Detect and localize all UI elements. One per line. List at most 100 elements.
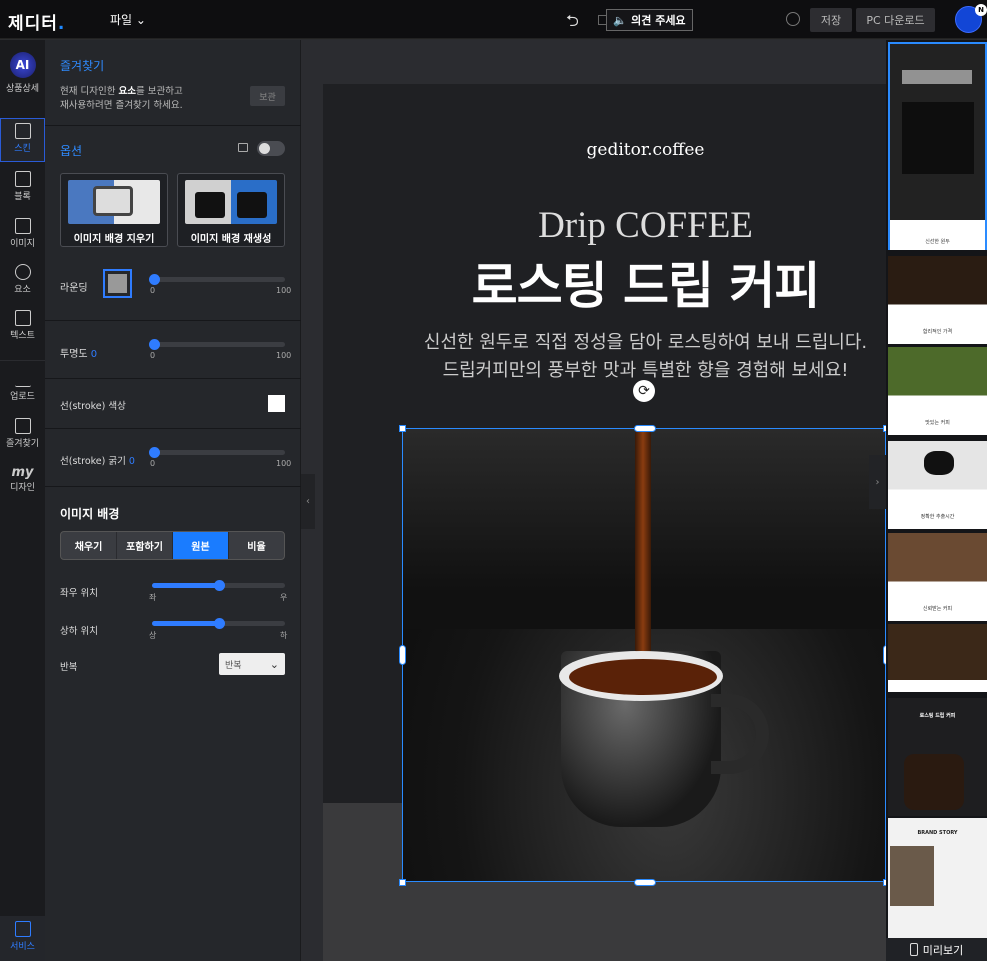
brand-text[interactable]: geditor.coffee xyxy=(323,140,968,160)
rail-label: 요소 xyxy=(14,285,31,295)
resize-handle-s[interactable] xyxy=(634,879,656,886)
thumbnail-section-5[interactable]: 신뢰받는 커피 xyxy=(888,533,987,621)
resize-handle-sw[interactable] xyxy=(399,879,406,886)
description-line2[interactable]: 드립커피만의 풍부한 맛과 특별한 향을 경험해 보세요! xyxy=(323,356,968,382)
pc-download-button[interactable]: PC 다운로드 xyxy=(856,8,935,32)
divider xyxy=(45,486,301,487)
thumb-caption: BRAND STORY xyxy=(917,830,958,836)
v-pos-label: 상하 위치 xyxy=(60,626,98,637)
cup-handle xyxy=(711,694,769,774)
bookmark-icon xyxy=(14,418,31,434)
v-pos-knob[interactable] xyxy=(213,618,225,629)
rail-label: 서비스 xyxy=(10,942,35,952)
h-pos-knob[interactable] xyxy=(213,580,225,591)
resize-handle-n[interactable] xyxy=(634,425,656,432)
lock-icon[interactable] xyxy=(238,143,248,152)
thumb-caption: 합리적인 가격 xyxy=(922,329,953,335)
description-line1[interactable]: 신선한 원두로 직접 정성을 담아 로스팅하여 보내 드립니다. xyxy=(323,328,968,354)
stroke-width-label: 선(stroke) 굵기 0 xyxy=(60,456,135,467)
fit-contain-option[interactable]: 포함하기 xyxy=(117,532,173,559)
thumb-caption: 맛있는 커피 xyxy=(925,420,950,426)
fit-ratio-option[interactable]: 비율 xyxy=(229,532,284,559)
fit-original-option[interactable]: 원본 xyxy=(173,532,229,559)
camera-thumbnail xyxy=(68,180,160,224)
service-icon xyxy=(14,921,31,937)
h-pos-min: 좌 xyxy=(149,593,157,602)
rail-item-text[interactable]: 텍스트 xyxy=(0,310,45,341)
rail-item-service[interactable]: 서비스 xyxy=(0,916,45,961)
repeat-select[interactable]: 반복 ⌄ xyxy=(219,653,285,675)
rail-item-upload[interactable]: 업로드 xyxy=(0,371,45,402)
rail-label: 즐겨찾기 xyxy=(5,439,40,449)
stroke-width-slider[interactable] xyxy=(149,447,285,458)
rounding-slider[interactable] xyxy=(149,274,285,285)
rail-item-element[interactable]: 요소 xyxy=(0,264,45,295)
remove-bg-button[interactable]: 이미지 배경 지우기 xyxy=(60,173,168,247)
rail-item-image[interactable]: 이미지 xyxy=(0,218,45,249)
v-pos-min: 상 xyxy=(149,631,157,640)
coffee-surface xyxy=(569,659,717,695)
text-icon xyxy=(14,310,31,326)
thumb-photo xyxy=(902,102,974,174)
feedback-button[interactable]: 🔈 의견 주세요 xyxy=(606,9,693,31)
thumb-caption: 신뢰받는 커피 xyxy=(922,606,953,612)
stroke-color-swatch[interactable] xyxy=(268,395,285,412)
rail-item-skin[interactable]: 스킨 xyxy=(0,118,45,162)
thumb-caption: 정확한 추출시간 xyxy=(920,514,955,520)
thumbnail-section-6[interactable] xyxy=(888,624,987,692)
slider-max: 100 xyxy=(276,286,292,295)
favorites-title: 즐겨찾기 xyxy=(60,59,105,73)
undo-icon[interactable]: ⮌ xyxy=(566,10,579,37)
rail-label: 업로드 xyxy=(10,392,35,402)
file-menu[interactable]: 파일 ⌄ xyxy=(110,11,146,28)
thumb-title-bar xyxy=(902,70,972,84)
thumbnail-section-3[interactable]: 맛있는 커피 xyxy=(888,347,987,435)
thumbnail-section-2[interactable]: 합리적인 가격 xyxy=(888,256,987,344)
rail-item-block[interactable]: 블록 xyxy=(0,171,45,202)
rail-label: 텍스트 xyxy=(10,331,35,341)
stroke-color-label: 선(stroke) 색상 xyxy=(60,401,126,412)
expand-thumbnails-icon[interactable]: › xyxy=(869,455,886,509)
rail-item-my-design[interactable]: my 디자인 xyxy=(0,465,45,493)
fit-segmented-control: 채우기 포함하기 원본 비율 xyxy=(60,531,285,560)
thumbnail-section-1[interactable]: 신선한 원두 xyxy=(888,42,987,250)
keep-button[interactable]: 보관 xyxy=(250,86,285,106)
lock-toggle[interactable] xyxy=(257,141,285,156)
opacity-slider[interactable] xyxy=(149,339,285,350)
rail-item-favorites[interactable]: 즐겨찾기 xyxy=(0,418,45,449)
resize-handle-nw[interactable] xyxy=(399,425,406,432)
notification-badge: N xyxy=(975,4,987,16)
regen-bg-button[interactable]: 이미지 배경 재생성 xyxy=(177,173,285,247)
rail-item-product-detail[interactable]: AI 상품상세 xyxy=(0,52,45,94)
logo[interactable]: 제디터. xyxy=(8,9,65,34)
fit-fill-option[interactable]: 채우기 xyxy=(61,532,117,559)
headline[interactable]: 로스팅 드립 커피 xyxy=(323,246,968,318)
rotate-icon[interactable]: ⟳ xyxy=(633,380,655,402)
thumb-caption: 신선한 원두 xyxy=(890,220,985,250)
history-icon[interactable] xyxy=(786,12,800,26)
thumb-kettle xyxy=(904,754,964,810)
collapse-panel-icon[interactable]: ‹ xyxy=(301,474,315,529)
thumb-caption: 로스팅 드립 커피 xyxy=(919,713,956,719)
slider-max: 100 xyxy=(276,459,292,468)
h-pos-slider[interactable] xyxy=(152,580,285,591)
rounding-label: 라운딩 xyxy=(60,283,88,294)
rail-divider xyxy=(0,360,45,361)
coffee-image[interactable] xyxy=(402,428,886,882)
save-button[interactable]: 저장 xyxy=(810,8,852,32)
thumb-caption xyxy=(888,680,987,692)
subtitle-en[interactable]: Drip COFFEE xyxy=(323,204,968,247)
speaker-icon: 🔈 xyxy=(613,13,628,27)
v-pos-slider[interactable] xyxy=(152,618,285,629)
thumbnail-section-4[interactable]: 정확한 추출시간 xyxy=(888,441,987,529)
thumbnail-section-7[interactable]: 로스팅 드립 커피 xyxy=(888,698,987,816)
preview-button[interactable]: 미리보기 xyxy=(886,938,987,961)
shapes-icon xyxy=(14,264,31,280)
chevron-down-icon: ⌄ xyxy=(269,657,279,671)
resize-handle-w[interactable] xyxy=(399,645,406,665)
options-title: 옵션 xyxy=(60,144,83,158)
h-pos-label: 좌우 위치 xyxy=(60,588,98,599)
opacity-label: 투명도 0 xyxy=(60,349,98,360)
rail-label: 상품상세 xyxy=(5,84,40,94)
divider xyxy=(45,320,301,321)
